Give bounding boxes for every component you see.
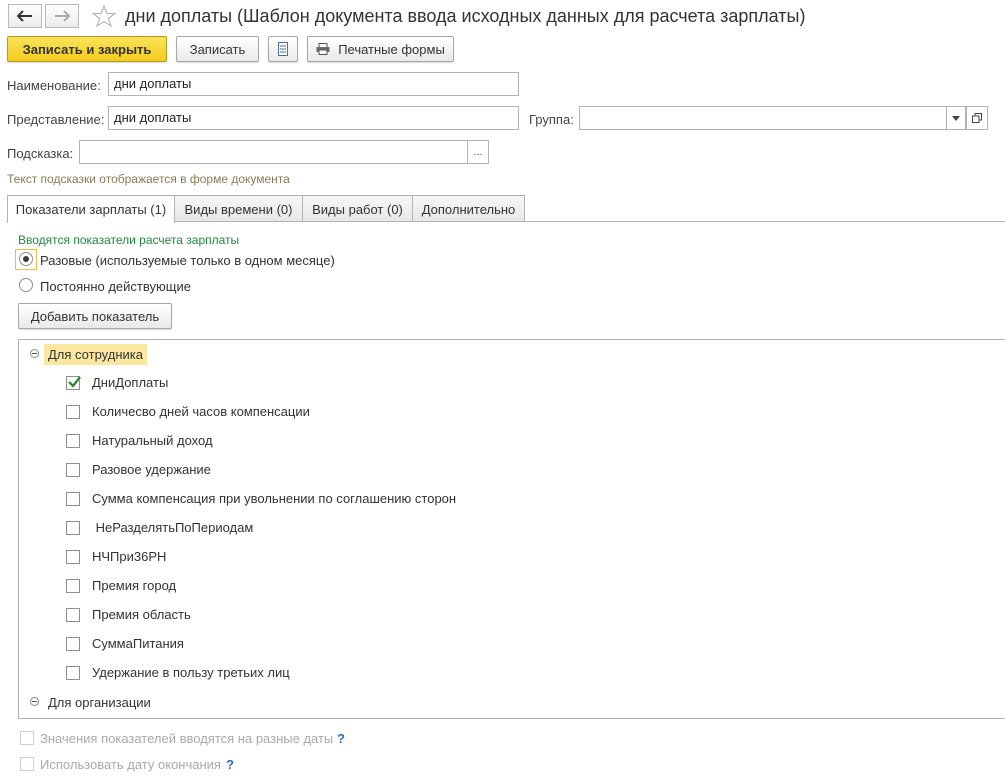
open-window-icon (972, 113, 982, 123)
indicator-label: Натуральный доход (92, 433, 213, 448)
hint-label: Подсказка: (7, 146, 74, 161)
indicator-label: Премия область (92, 607, 191, 622)
representation-label: Представление: (7, 112, 105, 127)
star-icon[interactable] (92, 5, 116, 27)
arrow-right-icon (55, 10, 70, 22)
indicator-checkbox[interactable] (66, 405, 80, 419)
indicator-checkbox[interactable] (66, 521, 80, 535)
group-label: Группа: (529, 112, 574, 127)
back-button[interactable] (8, 4, 42, 28)
name-field[interactable]: дни доплаты (108, 72, 519, 96)
different-dates-checkbox[interactable] (20, 731, 34, 745)
printer-icon (316, 43, 330, 55)
document-icon (278, 42, 288, 56)
save-and-close-button[interactable]: Записать и закрыть (7, 36, 167, 62)
group-open-button[interactable] (966, 106, 988, 130)
indicator-checkbox[interactable] (66, 550, 80, 564)
indicator-label: НеРазделятьПоПериодам (92, 520, 254, 535)
help-icon[interactable]: ? (226, 757, 234, 772)
indicator-label: Удержание в пользу третьих лиц (92, 665, 290, 680)
group-organization[interactable]: Для организации (48, 695, 151, 710)
help-icon[interactable]: ? (337, 731, 345, 746)
indicator-label: НЧПри36РН (92, 549, 167, 564)
indicator-label: Количесво дней часов компенсации (92, 404, 310, 419)
group-employee[interactable]: Для сотрудника (44, 344, 147, 365)
group-field[interactable] (579, 106, 947, 130)
forward-button[interactable] (45, 4, 79, 28)
collapse-organization-icon[interactable] (30, 697, 39, 706)
tab-salary-indicators[interactable]: Показатели зарплаты (1) (7, 195, 175, 223)
indicator-label: ДниДоплаты (92, 375, 169, 390)
different-dates-label: Значения показателей вводятся на разные … (40, 731, 334, 746)
indicator-checkbox[interactable] (66, 637, 80, 651)
indicator-checkbox[interactable] (66, 376, 81, 390)
print-forms-label: Печатные формы (338, 41, 445, 57)
hint-edit-button[interactable]: ... (467, 140, 489, 164)
radio-permanent-label: Постоянно действующие (40, 279, 191, 294)
indicators-section-title: Вводятся показатели расчета зарплаты (18, 233, 240, 247)
indicator-checkbox[interactable] (66, 463, 80, 477)
arrow-left-icon (17, 10, 32, 22)
checkmark-icon (68, 376, 81, 388)
tab-work-types[interactable]: Виды работ (0) (302, 195, 413, 222)
indicator-label: Сумма компенсация при увольнении по согл… (92, 491, 457, 506)
tab-time-types[interactable]: Виды времени (0) (174, 195, 303, 222)
use-end-date-checkbox[interactable] (20, 757, 34, 771)
save-button[interactable]: Записать (176, 36, 259, 62)
radio-permanent[interactable] (19, 278, 33, 292)
hint-field[interactable] (79, 140, 468, 164)
collapse-employee-icon[interactable] (30, 349, 39, 358)
use-end-date-label: Использовать дату окончания (40, 757, 221, 772)
add-indicator-button[interactable]: Добавить показатель (18, 303, 172, 329)
indicator-label: Премия город (92, 578, 177, 593)
indicator-checkbox[interactable] (66, 608, 80, 622)
indicator-label: СуммаПитания (92, 636, 184, 651)
indicator-checkbox[interactable] (66, 579, 80, 593)
chevron-down-icon (952, 115, 960, 121)
representation-field[interactable]: дни доплаты (108, 106, 519, 130)
group-dropdown-button[interactable] (946, 106, 966, 130)
hint-note: Текст подсказки отображается в форме док… (7, 172, 290, 186)
indicator-checkbox[interactable] (66, 492, 80, 506)
tab-additional[interactable]: Дополнительно (412, 195, 525, 222)
indicator-checkbox[interactable] (66, 434, 80, 448)
window-title: дни доплаты (Шаблон документа ввода исхо… (125, 6, 806, 26)
print-forms-button[interactable]: Печатные формы (307, 36, 454, 62)
radio-once[interactable] (19, 252, 33, 266)
indicator-label: Разовое удержание (92, 462, 211, 477)
document-list-button[interactable] (268, 36, 298, 62)
name-label: Наименование: (7, 78, 101, 93)
radio-once-label: Разовые (используемые только в одном мес… (40, 253, 335, 268)
indicator-checkbox[interactable] (66, 666, 80, 680)
